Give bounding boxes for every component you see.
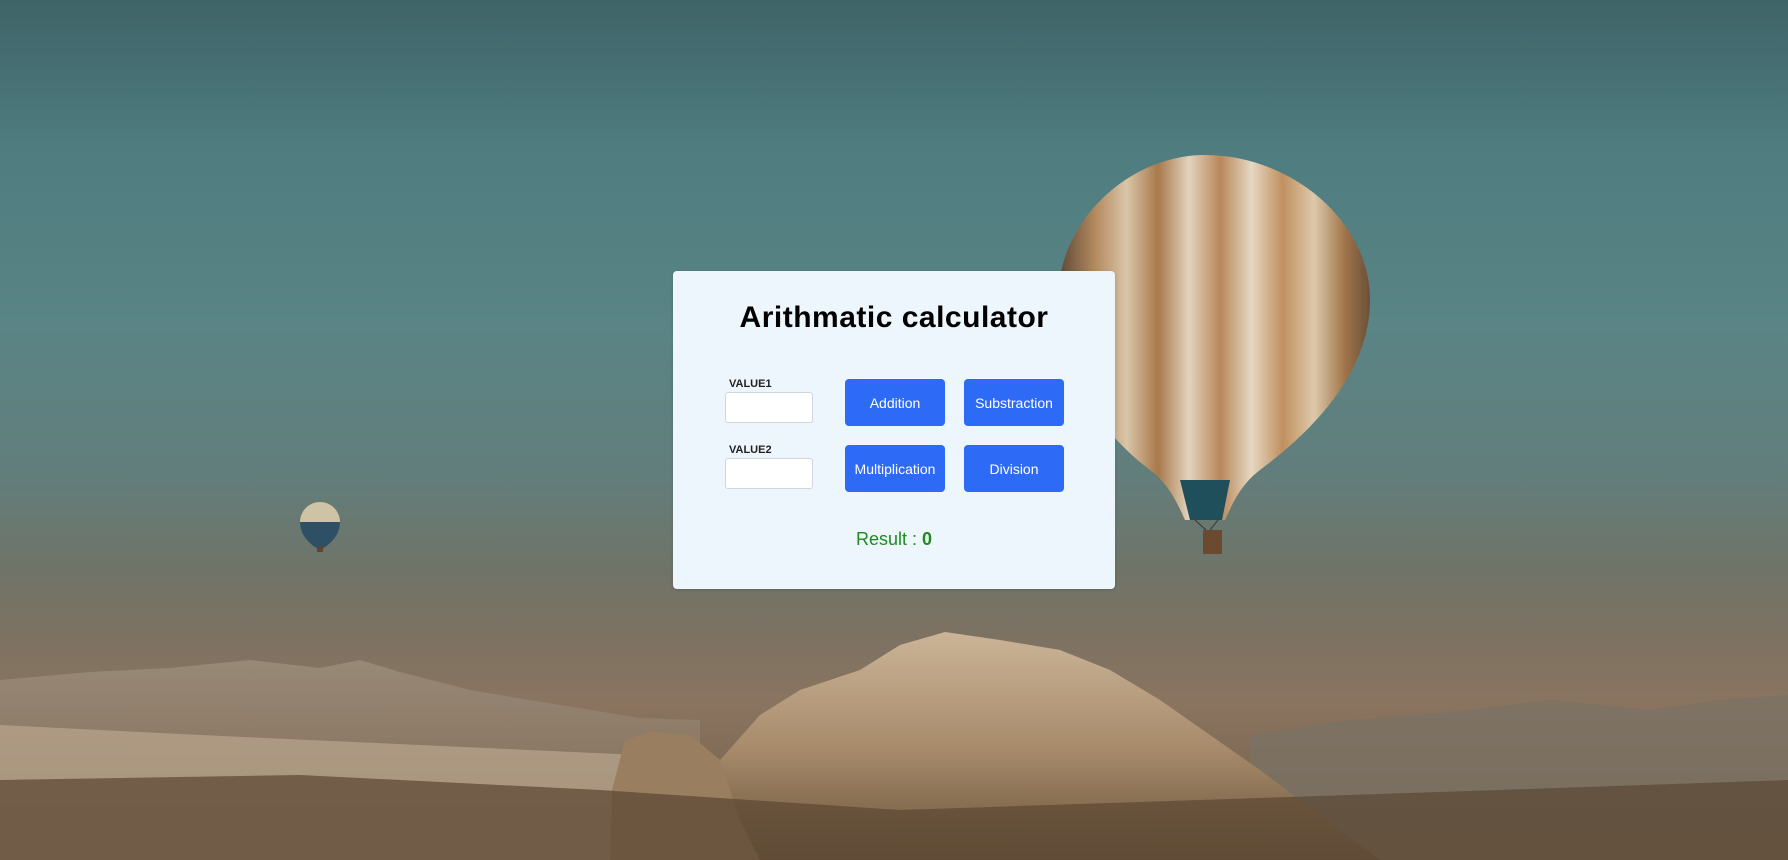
result-label: Result : (855, 529, 922, 549)
small-balloon-icon (300, 502, 340, 552)
value1-input[interactable] (725, 392, 813, 423)
subtraction-button[interactable]: Substraction (964, 379, 1064, 426)
multiplication-button[interactable]: Multiplication (845, 445, 945, 492)
addition-button[interactable]: Addition (845, 379, 945, 426)
value2-input[interactable] (725, 458, 813, 489)
page-title: Arithmatic calculator (739, 301, 1049, 334)
result-display: Result : 0 (673, 529, 1115, 550)
value2-label: VALUE2 (729, 444, 772, 456)
calculator-panel: Arithmatic calculator VALUE1 VALUE2 Addi… (673, 271, 1115, 589)
result-value: 0 (922, 529, 933, 549)
division-button[interactable]: Division (964, 445, 1064, 492)
value1-label: VALUE1 (729, 378, 772, 390)
